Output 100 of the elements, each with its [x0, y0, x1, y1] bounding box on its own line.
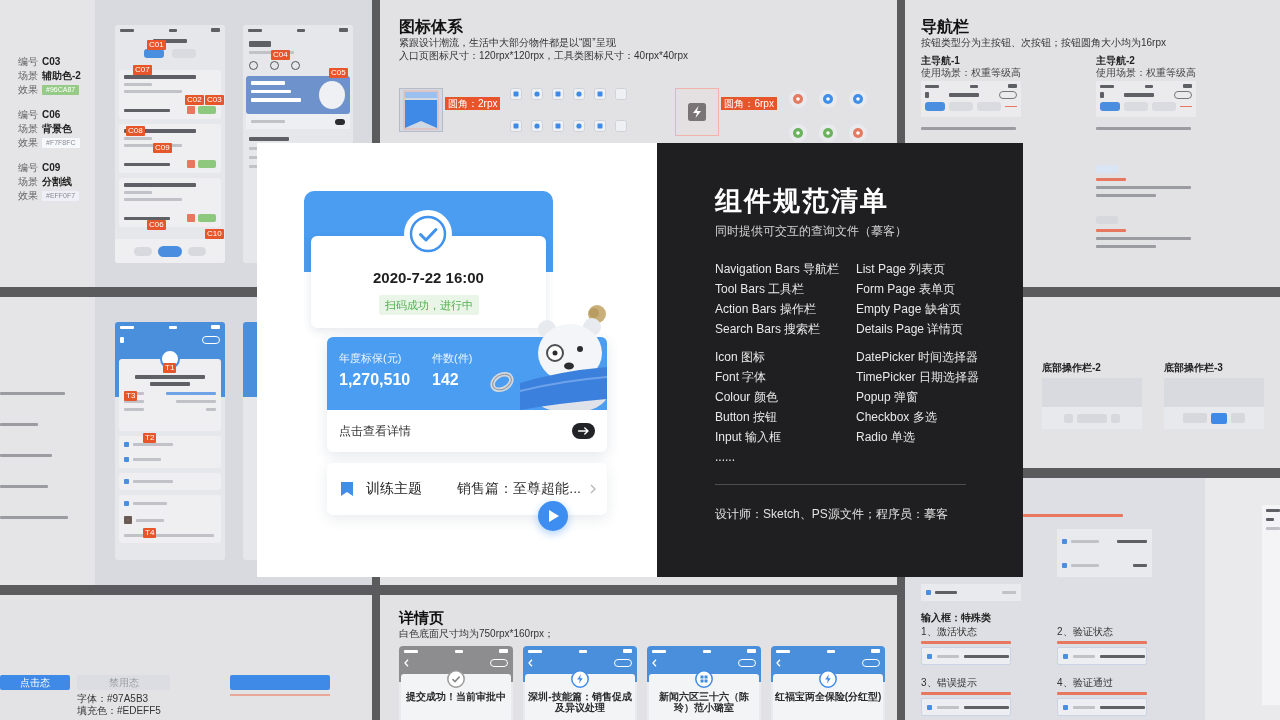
round-app-icon: [788, 90, 807, 108]
annotation-tag: T2: [143, 433, 157, 443]
tile-icon: [531, 88, 544, 100]
annotation-tag: C09: [153, 143, 172, 153]
board-description: 按钮类型分为主按钮、次按钮；按钮圆角大小均为16rpx: [921, 37, 1166, 49]
details-link[interactable]: 点击查看详情: [339, 422, 411, 440]
annotation-tag: C05: [329, 68, 348, 78]
annotation-tag: T3: [124, 391, 138, 401]
catalog-item: Checkbox 多选: [856, 409, 937, 426]
bookmark-icon: [341, 482, 353, 496]
tile-icon: [594, 120, 607, 132]
variant-title: 主导航-2: [1096, 55, 1135, 67]
back-icon: [528, 659, 533, 667]
annotation-tag: 圆角：2rpx: [445, 97, 501, 110]
topic-card[interactable]: 训练主题 销售篇：至尊超能...: [327, 463, 607, 515]
page-title: 深圳-技能篇：销售促成及异议处理: [527, 691, 633, 713]
empty-tile-icon: [615, 88, 628, 100]
catalog-title: 组件规范清单: [715, 185, 889, 217]
page-title: 新闻六区三十六（陈玲）范小璐室: [658, 691, 750, 713]
catalog-item: Search Bars 搜索栏: [715, 321, 821, 338]
topic-value: 销售篇：至尊超能...: [457, 480, 581, 498]
empty-tile-icon: [615, 120, 628, 132]
variant-title: 底部操作栏-2: [1042, 362, 1101, 374]
tile-icon: [552, 88, 565, 100]
catalog-item: Font 字体: [715, 369, 767, 386]
status-badge: 扫码成功，进行中: [378, 295, 479, 315]
checkin-datetime: 2020-7-22 16:00: [373, 269, 484, 287]
tile-icon: [510, 120, 523, 132]
section-title: 输入框：特殊类: [921, 612, 991, 624]
spec-value: 辅助色-2: [42, 69, 81, 83]
catalog-item: Colour 颜色: [715, 389, 778, 406]
annotation-tag: C01: [147, 40, 166, 50]
page-title: 提交成功！当前审批中: [406, 691, 506, 702]
topic-label: 训练主题: [366, 480, 422, 498]
back-icon: [404, 659, 409, 667]
catalog-item: List Page 列表页: [856, 261, 946, 278]
stat-value: 1,270,510: [339, 370, 411, 390]
tile-icon: [552, 120, 565, 132]
catalog-item: Action Bars 操作栏: [715, 301, 816, 318]
annotation-tag: T4: [143, 528, 157, 538]
spec-label: 效果: [18, 83, 39, 97]
tile-icon: [510, 88, 523, 100]
spec-label: 场景: [18, 69, 39, 83]
round-app-icon: [818, 124, 837, 142]
play-button[interactable]: [538, 501, 568, 531]
back-icon: [652, 659, 657, 667]
spec-value: C03: [42, 55, 62, 69]
annotation-tag: C06: [147, 220, 166, 230]
state-label: 1、激活状态: [921, 626, 977, 638]
variant-title: 底部操作栏-3: [1164, 362, 1223, 374]
sample-button[interactable]: 点击态: [0, 675, 70, 690]
arrow-button[interactable]: [572, 423, 595, 439]
annotation-tag: 圆角：6rpx: [721, 97, 777, 110]
round-app-icon: [788, 124, 807, 142]
catalog-item: Details Page 详情页: [856, 321, 964, 338]
spec-label: 场景: [18, 175, 39, 189]
round-app-icon: [818, 90, 837, 108]
annotation-tag: C07: [133, 65, 152, 75]
chevron-icon: [590, 484, 596, 494]
lightning-icon: [675, 88, 720, 136]
annotation-tag: C10: [205, 229, 224, 239]
arrow-icon: [578, 427, 589, 435]
annotation-tag: C04: [271, 50, 290, 60]
spec-text: 字体：#97A5B3: [77, 693, 150, 705]
catalog-item: Form Page 表单页: [856, 281, 955, 298]
variant-usage: 使用场景：权重等级高: [921, 67, 1021, 79]
state-label: 4、验证通过: [1057, 677, 1113, 689]
back-icon: [776, 659, 781, 667]
board-title: 详情页: [399, 609, 444, 627]
tile-icon: [573, 88, 586, 100]
board-description: 入口页图标尺寸：120rpx*120rpx，工具类图标尺寸：40rpx*40rpx: [399, 50, 688, 62]
tile-icon: [573, 120, 586, 132]
catalog-item: Radio 单选: [856, 429, 915, 446]
catalog-item: Input 输入框: [715, 429, 782, 446]
bookmark-icon: [399, 88, 443, 132]
spec-label: 效果: [18, 136, 39, 150]
round-app-icon: [848, 90, 867, 108]
catalog-item: TimePicker 日期选择器: [856, 369, 979, 386]
spec-label: 编号: [18, 161, 39, 175]
board-title: 图标体系: [399, 18, 463, 36]
catalog-item: ......: [715, 449, 735, 466]
stat-label: 年度标保(元): [339, 351, 402, 365]
variant-usage: 使用场景：权重等级高: [1096, 67, 1196, 79]
catalog-item: Empty Page 缺省页: [856, 301, 961, 318]
catalog-credits: 设计师：Sketch、PS源文件；程序员：摹客: [715, 506, 948, 523]
spec-label: 效果: [18, 189, 39, 203]
annotation-tag: C03: [205, 95, 224, 105]
catalog-item: Button 按钮: [715, 409, 778, 426]
board-title: 导航栏: [921, 18, 969, 36]
catalog-item: Navigation Bars 导航栏: [715, 261, 840, 278]
catalog-item: Icon 图标: [715, 349, 765, 366]
spec-label: 编号: [18, 108, 39, 122]
board-description: 紧跟设计潮流，生活中大部分物件都是以“圆”呈现: [399, 37, 616, 49]
spec-value: 分割线: [42, 175, 73, 189]
round-app-icon: [848, 124, 867, 142]
catalog-item: Tool Bars 工具栏: [715, 281, 805, 298]
annotation-tag: C08: [126, 126, 145, 136]
state-label: 2、验证状态: [1057, 626, 1113, 638]
spec-label: 场景: [18, 122, 39, 136]
spec-value: C06: [42, 108, 62, 122]
